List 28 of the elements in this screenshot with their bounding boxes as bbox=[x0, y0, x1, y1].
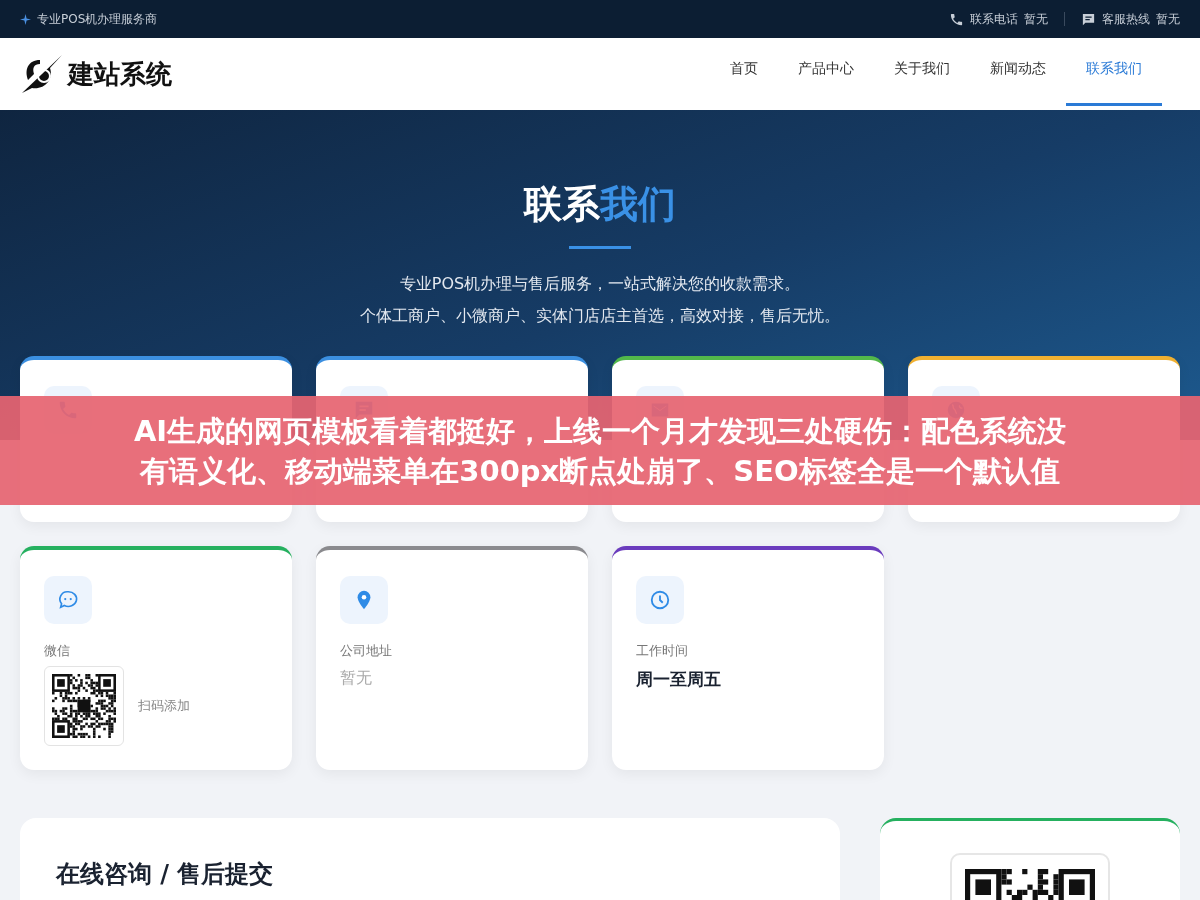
card-label: 微信 bbox=[44, 642, 71, 660]
nav-link[interactable]: 联系我们 bbox=[1066, 34, 1162, 106]
card-label: 工作时间 bbox=[636, 642, 689, 660]
logo-text: 建站系统 bbox=[68, 57, 172, 91]
qr-caption: 扫码添加 bbox=[138, 697, 190, 715]
caption-text: 有语义化、移动端菜单在300px断点处崩了、SEO标签全是一个默认值 bbox=[140, 452, 1060, 490]
card-label: 公司地址 bbox=[340, 642, 393, 660]
contact-value: 暂无 bbox=[1156, 10, 1180, 28]
phone-icon bbox=[949, 11, 964, 27]
intro-text: 个体工商户、小微商户、实体门店店主首选，高效对接，售后无忧。 bbox=[360, 304, 840, 327]
sparkle-icon bbox=[20, 13, 31, 25]
caption-text: AI生成的网页模板看着都挺好，上线一个月才发现三处硬伤：配色系统没 bbox=[133, 412, 1067, 450]
contact-value: 暂无 bbox=[1024, 10, 1048, 28]
message-icon bbox=[1081, 11, 1096, 27]
chat-bubble-icon bbox=[57, 589, 79, 611]
contact-label: 客服热线 bbox=[1102, 10, 1150, 28]
tagline: 专业POS机办理服务商 bbox=[37, 10, 158, 28]
clock-icon bbox=[649, 589, 671, 611]
nav-link[interactable]: 产品中心 bbox=[778, 34, 874, 106]
card-value: 周一至周五 bbox=[636, 668, 722, 691]
nav-link[interactable]: 新闻动态 bbox=[970, 34, 1066, 106]
card-value: 暂无 bbox=[340, 668, 373, 689]
nav-link[interactable]: 关于我们 bbox=[874, 34, 970, 106]
nav-link[interactable]: 首页 bbox=[710, 34, 778, 106]
intro-text: 专业POS机办理与售后服务，一站式解决您的收款需求。 bbox=[399, 272, 801, 295]
page-title: 联系我们 bbox=[524, 184, 676, 226]
form-title: 在线咨询 / 售后提交 bbox=[56, 859, 275, 890]
contact-label: 联系电话 bbox=[970, 10, 1018, 28]
